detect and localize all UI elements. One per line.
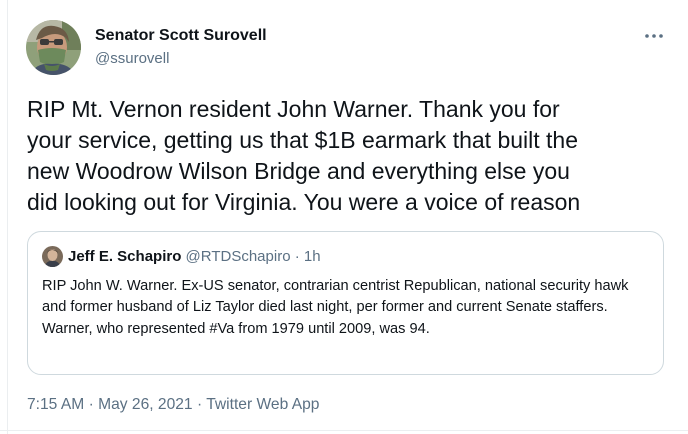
quoted-tweet[interactable]: Jeff E. Schapiro @RTDSchapiro · 1h RIP J… (27, 231, 664, 375)
quoted-text: RIP John W. Warner. Ex-US senator, contr… (42, 278, 629, 337)
quoted-header: Jeff E. Schapiro @RTDSchapiro · 1h (68, 248, 321, 265)
meta-separator: · (196, 396, 203, 413)
left-border (7, 0, 8, 434)
tweet-text: RIP Mt. Vernon resident John Warner. Tha… (27, 96, 581, 215)
tweet-card: Senator Scott Surovell @ssurovell RIP Mt… (0, 0, 688, 434)
author-display-name[interactable]: Senator Scott Surovell (95, 27, 267, 45)
bottom-border (0, 430, 688, 431)
quoted-time: 1h (303, 248, 321, 265)
author-handle[interactable]: @ssurovell (95, 50, 169, 67)
author-avatar[interactable] (26, 20, 81, 75)
tweet-source: Twitter Web App (206, 396, 320, 413)
profile-photo (26, 20, 81, 75)
quoted-display-name: Jeff E. Schapiro (68, 248, 182, 265)
quoted-author-avatar (42, 246, 63, 267)
quoted-handle: @RTDSchapiro (185, 248, 291, 265)
tweet-date[interactable]: May 26, 2021 (98, 396, 193, 413)
tweet-meta: 7:15 AM · May 26, 2021 · Twitter Web App (27, 396, 319, 414)
more-horizontal-icon[interactable] (643, 25, 665, 47)
quoted-separator: · (294, 248, 300, 265)
meta-separator: · (88, 396, 94, 413)
tweet-time[interactable]: 7:15 AM (27, 396, 84, 413)
